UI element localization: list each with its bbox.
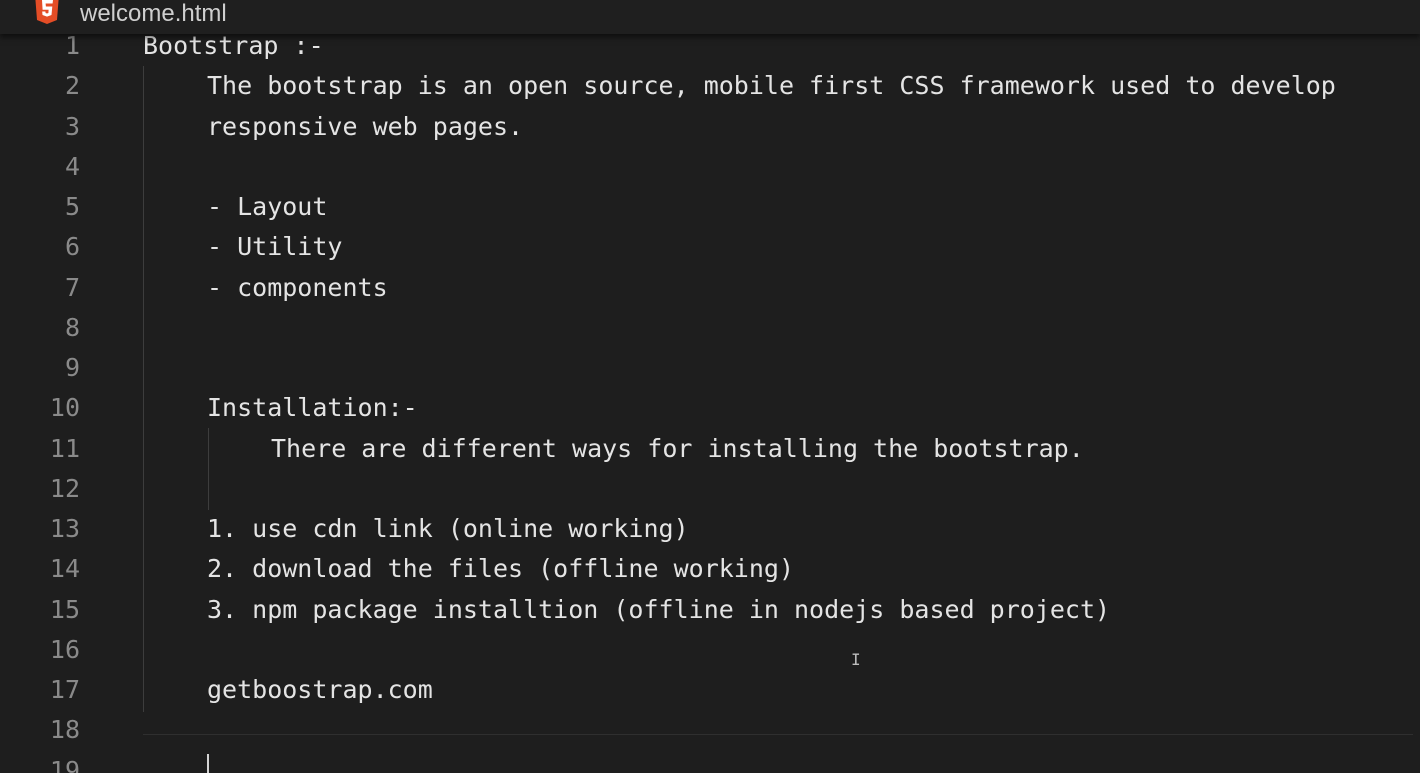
code-text: Installation:-: [207, 393, 418, 423]
line-number: 11: [49, 433, 80, 463]
line-number: 7: [64, 272, 80, 302]
text-caret: [207, 754, 209, 773]
code-text: 3. npm package installtion (offline in n…: [207, 594, 1111, 624]
code-text: - Layout: [207, 192, 328, 221]
html5-icon: [34, 0, 60, 24]
code-line[interactable]: 15 3. npm package installtion (offline in…: [0, 590, 1420, 630]
code-line[interactable]: 12: [0, 469, 1420, 509]
code-line[interactable]: 5 - Layout: [0, 187, 1420, 227]
line-number: 4: [64, 151, 80, 181]
code-text: - components: [207, 272, 388, 302]
code-line[interactable]: 2 The bootstrap is an open source, mobile…: [0, 66, 1420, 106]
line-number: 3: [64, 111, 80, 141]
code-line[interactable]: 7 - components: [0, 268, 1420, 308]
code-line[interactable]: 14 2. download the files (offline working…: [0, 549, 1420, 589]
code-text: There are different ways for installing …: [271, 433, 1084, 463]
line-number: 12: [49, 473, 80, 503]
code-text: getboostrap.com: [207, 675, 433, 704]
editor-tab[interactable]: welcome.html: [0, 0, 290, 34]
ibeam-cursor-icon: I: [851, 650, 861, 669]
line-number: 10: [49, 393, 80, 423]
line-number: 8: [64, 312, 80, 342]
line-number: 16: [49, 634, 80, 664]
code-editor[interactable]: 1 Bootstrap :- 2 The bootstrap is an open s…: [0, 26, 1420, 773]
code-line[interactable]: 13 1. use cdn link (online working): [0, 509, 1420, 549]
code-line[interactable]: 18: [0, 710, 1420, 750]
code-line[interactable]: 17 getboostrap.com: [0, 670, 1420, 710]
line-number: 5: [64, 192, 80, 221]
line-number: 14: [49, 554, 80, 584]
line-number: 19: [49, 755, 80, 773]
code-text: 1. use cdn link (online working): [207, 514, 689, 543]
line-number: 13: [49, 514, 80, 543]
code-line[interactable]: 16: [0, 630, 1420, 670]
code-line[interactable]: 8: [0, 308, 1420, 348]
line-number: 9: [64, 353, 80, 382]
code-text: responsive web pages.: [207, 111, 524, 141]
code-text: 2. download the files (offline working): [207, 554, 794, 584]
code-line[interactable]: 10 Installation:-: [0, 388, 1420, 428]
code-text: - Utility: [207, 232, 343, 262]
code-line[interactable]: 3 responsive web pages.: [0, 107, 1420, 147]
line-number: 2: [64, 71, 80, 101]
line-number: 17: [49, 675, 80, 704]
code-line[interactable]: 9: [0, 348, 1420, 388]
code-line[interactable]: 6 - Utility: [0, 227, 1420, 267]
line-number: 18: [49, 715, 80, 745]
tab-bar: welcome.html: [0, 0, 1420, 34]
code-text: The bootstrap is an open source, mobile …: [207, 71, 1336, 101]
line-number: 15: [49, 594, 80, 624]
line-number: 6: [64, 232, 80, 262]
code-line[interactable]: 4: [0, 147, 1420, 187]
code-line[interactable]: 11 There are different ways for installin…: [0, 429, 1420, 469]
code-line[interactable]: 19: [0, 751, 1420, 773]
tab-title: welcome.html: [80, 0, 227, 27]
